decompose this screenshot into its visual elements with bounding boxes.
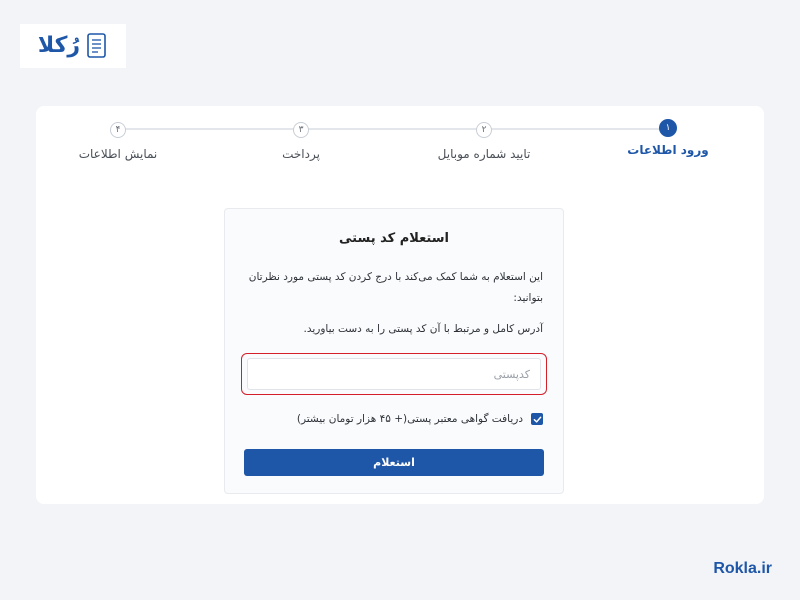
step-1-label: ورود اطلاعات xyxy=(627,143,709,157)
stepper-line xyxy=(118,128,668,130)
postal-code-input[interactable] xyxy=(247,358,541,390)
step-2-label: تایید شماره موبایل xyxy=(437,147,531,161)
postal-inquiry-card: استعلام کد پستی این استعلام به شما کمک م… xyxy=(224,208,564,494)
certificate-checkbox[interactable] xyxy=(531,413,543,425)
step-3-label: پرداخت xyxy=(282,147,320,161)
step-2-circle: ۲ xyxy=(476,122,492,138)
form-description-2: آدرس کامل و مرتبط با آن کد پستی را به دس… xyxy=(303,323,543,335)
step-3-circle: ۳ xyxy=(293,122,309,138)
certificate-option[interactable]: دریافت گواهی معتبر پستی(+ ۴۵ هزار تومان … xyxy=(297,413,543,425)
form-title: استعلام کد پستی xyxy=(339,231,449,246)
brand-watermark: Rokla.ir xyxy=(713,560,772,577)
logo-text: رُکلا xyxy=(37,33,81,58)
inquiry-submit-button[interactable]: استعلام xyxy=(244,449,544,476)
logo[interactable]: رُکلا xyxy=(20,24,126,68)
step-4-circle: ۴ xyxy=(110,122,126,138)
postal-field-highlight xyxy=(241,353,547,395)
step-4-label: نمایش اطلاعات xyxy=(78,147,158,161)
form-description: این استعلام به شما کمک می‌کند با درج کرد… xyxy=(248,271,543,304)
step-1-circle: ۱ xyxy=(659,119,677,137)
document-icon xyxy=(87,33,106,58)
check-icon xyxy=(533,416,541,423)
certificate-label: دریافت گواهی معتبر پستی(+ ۴۵ هزار تومان … xyxy=(296,413,523,425)
